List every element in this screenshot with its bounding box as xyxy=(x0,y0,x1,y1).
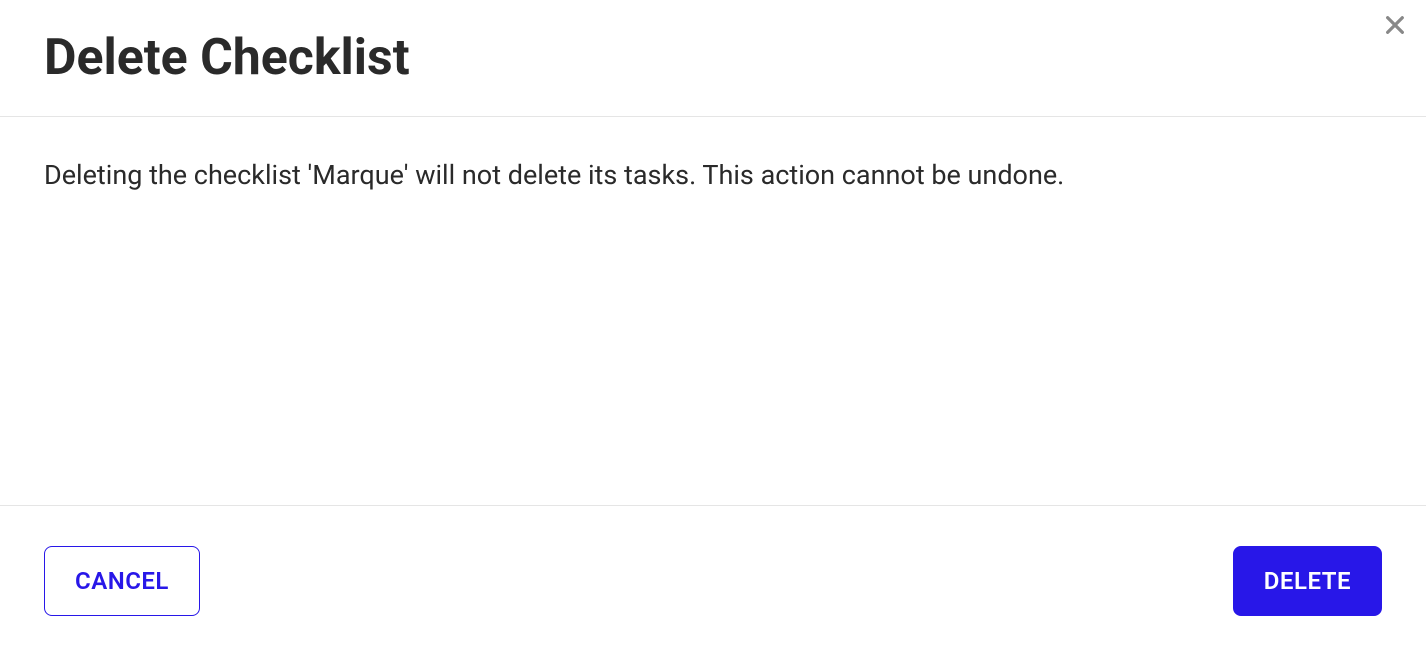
dialog-body: Deleting the checklist 'Marque' will not… xyxy=(0,117,1426,506)
dialog-message: Deleting the checklist 'Marque' will not… xyxy=(44,157,1382,195)
delete-confirmation-dialog: Delete Checklist Deleting the checklist … xyxy=(0,0,1426,656)
delete-button[interactable]: DELETE xyxy=(1233,546,1382,616)
dialog-header: Delete Checklist xyxy=(0,0,1426,117)
dialog-title: Delete Checklist xyxy=(44,28,1382,88)
cancel-button[interactable]: CANCEL xyxy=(44,546,200,616)
close-icon xyxy=(1382,12,1408,41)
close-button[interactable] xyxy=(1378,8,1412,45)
dialog-footer: CANCEL DELETE xyxy=(0,506,1426,656)
